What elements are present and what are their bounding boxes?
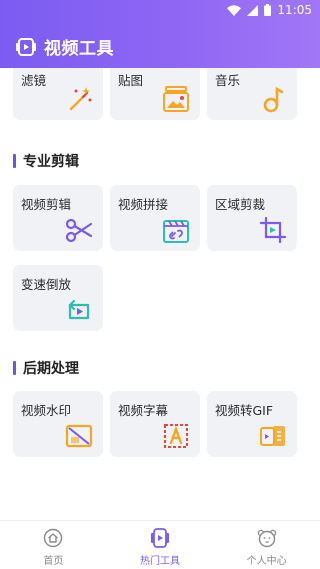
tool-label: 滤镜 (21, 73, 47, 88)
tool-card-region-crop[interactable]: 区域剪裁 (207, 185, 297, 251)
tool-card-video-to-gif[interactable]: 视频转GIF (207, 391, 297, 457)
tool-label: 贴图 (118, 73, 144, 88)
tool-card-subtitle[interactable]: 视频字幕 (110, 391, 200, 457)
pro-edit-row-1: 视频剪辑 视频拼接 区域剪裁 (13, 185, 297, 251)
app-root: 11:05 视频工具 滤镜 贴图 音乐 专业剪辑 视频剪辑 视频拼接 区域剪裁 … (0, 0, 320, 569)
section-pro-edit: 专业剪辑 (13, 151, 79, 171)
tool-card-watermark[interactable]: 视频水印 (13, 391, 103, 457)
page-title: 视频工具 (44, 39, 114, 59)
music-note-icon (263, 86, 284, 113)
watermark-icon (65, 424, 93, 448)
tool-card-music[interactable]: 音乐 (207, 68, 297, 120)
image-stack-icon (163, 86, 189, 112)
pro-edit-row-2: 变速倒放 (13, 265, 103, 331)
nav-profile[interactable]: 个人中心 (213, 521, 320, 569)
tool-label: 视频剪辑 (21, 197, 72, 212)
crop-icon (259, 216, 287, 244)
nav-label: 个人中心 (246, 556, 287, 567)
magic-wand-icon (69, 87, 92, 111)
tool-label: 视频拼接 (118, 197, 169, 212)
home-icon (44, 528, 63, 548)
tool-card-video-merge[interactable]: 视频拼接 (110, 185, 200, 251)
tool-card-speed-reverse[interactable]: 变速倒放 (13, 265, 103, 331)
status-icons: 11:05 (227, 3, 312, 17)
section-accent-bar (13, 154, 16, 168)
tool-label: 视频转GIF (215, 403, 274, 418)
gif-convert-icon (260, 426, 285, 446)
top-tool-row: 滤镜 贴图 音乐 (13, 68, 297, 120)
wifi-icon (227, 4, 242, 16)
tool-card-sticker[interactable]: 贴图 (110, 68, 200, 120)
tool-card-filter[interactable]: 滤镜 (13, 68, 103, 120)
nav-hot-tools[interactable]: 热门工具 (107, 521, 214, 569)
app-title-row: 视频工具 (16, 34, 114, 59)
tool-label: 视频水印 (21, 403, 72, 418)
clapper-link-icon (163, 220, 189, 243)
section-accent-bar (13, 361, 16, 375)
nav-home[interactable]: 首页 (0, 521, 107, 569)
tool-label: 区域剪裁 (215, 197, 266, 212)
app-header: 11:05 视频工具 (0, 0, 320, 68)
tool-card-video-cut[interactable]: 视频剪辑 (13, 185, 103, 251)
tool-label: 变速倒放 (21, 277, 72, 292)
bear-profile-icon (257, 529, 276, 548)
tools-content[interactable]: 滤镜 贴图 音乐 专业剪辑 视频剪辑 视频拼接 区域剪裁 变速倒放 后期处理 视… (0, 68, 320, 520)
status-time: 11:05 (277, 3, 312, 17)
video-tool-logo-icon (16, 37, 36, 56)
scissors-icon (65, 218, 93, 243)
signal-icon (247, 4, 259, 16)
bottom-nav: 首页 热门工具 个人中心 (0, 520, 320, 569)
battery-icon (264, 4, 272, 16)
section-title: 后期处理 (23, 361, 79, 377)
hot-tools-icon (151, 528, 169, 548)
subtitle-icon (164, 424, 188, 448)
tool-label: 音乐 (215, 73, 241, 88)
nav-label: 热门工具 (140, 556, 180, 567)
status-bar: 11:05 (0, 0, 320, 22)
nav-label: 首页 (43, 556, 64, 567)
section-post-processing: 后期处理 (13, 358, 79, 378)
reverse-play-icon (68, 299, 90, 320)
post-row-1: 视频水印 视频字幕 视频转GIF (13, 391, 297, 457)
tool-label: 视频字幕 (118, 403, 169, 418)
section-title: 专业剪辑 (23, 154, 79, 170)
